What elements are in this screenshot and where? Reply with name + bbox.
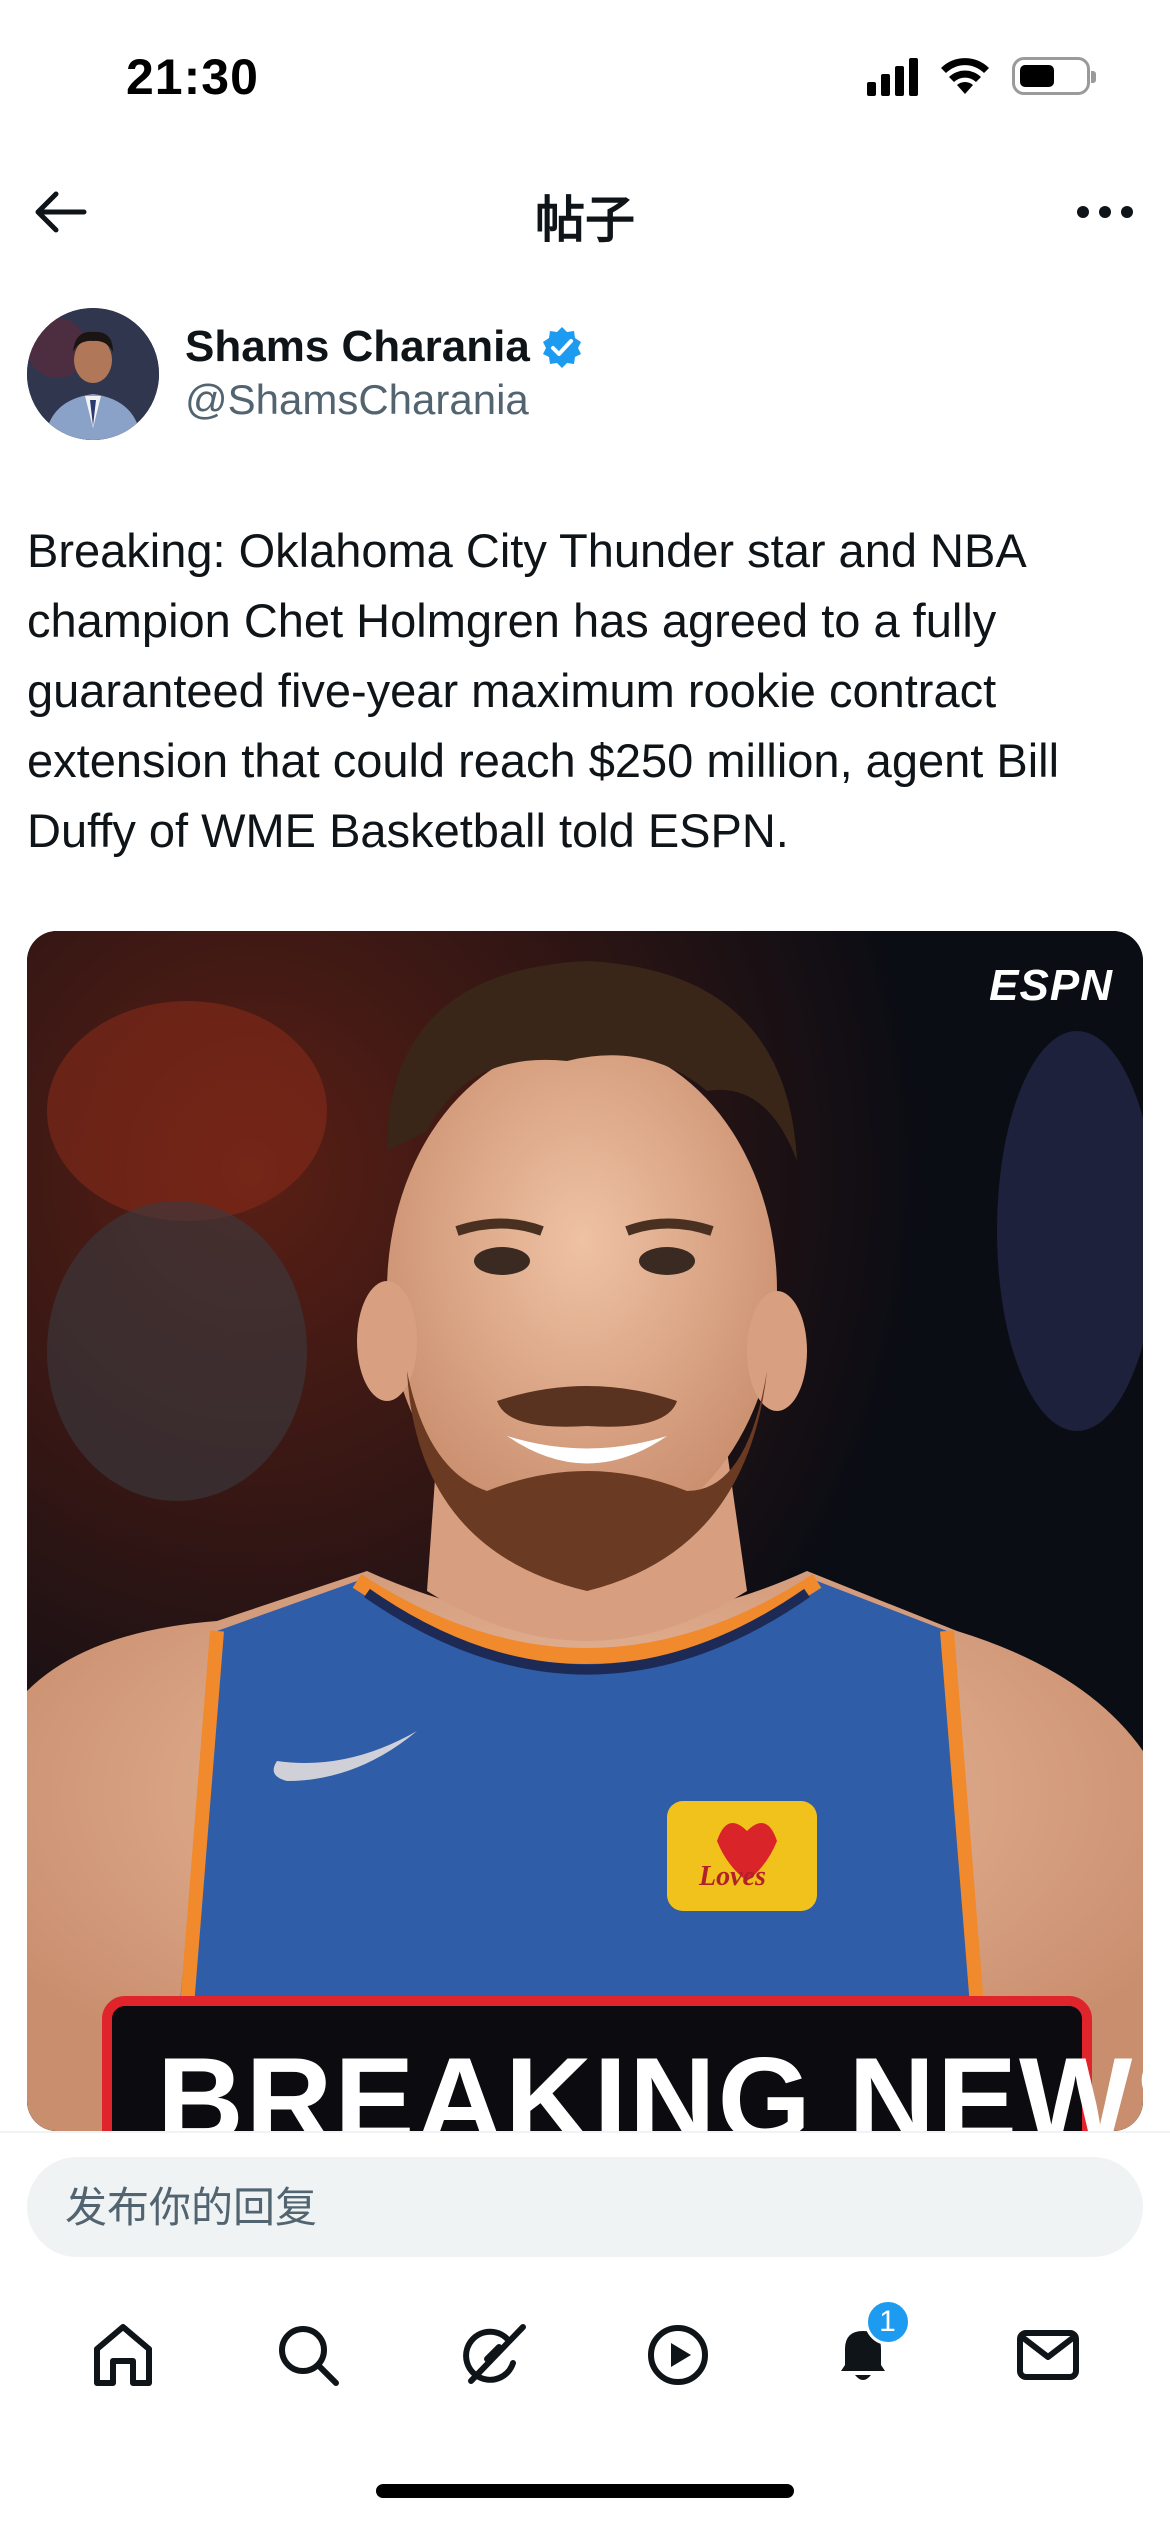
tab-messages[interactable] xyxy=(998,2305,1098,2405)
espn-logo: ESPN xyxy=(989,961,1113,1010)
tweet-author: Shams Charania @ShamsCharania xyxy=(27,308,1147,444)
video-icon xyxy=(647,2325,708,2385)
status-bar: 21:30 xyxy=(0,0,1170,150)
tab-notifications[interactable]: 1 xyxy=(813,2299,913,2405)
home-indicator xyxy=(376,2484,794,2498)
tab-grok[interactable] xyxy=(443,2305,543,2405)
more-icon xyxy=(1077,206,1133,218)
breaking-news-banner: BREAKING NEWS xyxy=(157,2033,1143,2131)
signal-icon xyxy=(867,56,918,96)
tab-search[interactable] xyxy=(258,2305,358,2405)
avatar[interactable] xyxy=(27,308,159,440)
notification-badge: 1 xyxy=(864,2299,911,2345)
nav-header: 帖子 xyxy=(0,150,1170,270)
author-name[interactable]: Shams Charania xyxy=(185,322,530,372)
status-icons xyxy=(867,56,1096,96)
reply-input[interactable] xyxy=(27,2157,1143,2257)
tab-bar: 1 xyxy=(0,2290,1170,2420)
verified-badge-icon xyxy=(542,327,581,368)
battery-icon xyxy=(1012,57,1096,95)
author-handle[interactable]: @ShamsCharania xyxy=(185,376,529,424)
author-name-row: Shams Charania xyxy=(185,322,584,372)
more-button[interactable] xyxy=(1070,180,1140,244)
search-icon xyxy=(278,2326,339,2386)
jersey-logo: Loves xyxy=(699,1861,766,1892)
tab-home[interactable] xyxy=(73,2305,173,2405)
page-title: 帖子 xyxy=(535,191,635,249)
wifi-icon xyxy=(941,58,989,94)
reply-area xyxy=(0,2131,1170,2259)
status-time: 21:30 xyxy=(126,49,259,105)
grok-icon xyxy=(462,2324,526,2384)
messages-icon xyxy=(1016,2330,1079,2380)
player-photo xyxy=(27,931,1143,2131)
tweet-text: Breaking: Oklahoma City Thunder star and… xyxy=(27,524,1060,857)
tab-video[interactable] xyxy=(628,2305,728,2405)
home-icon xyxy=(93,2324,152,2386)
battery-fill xyxy=(1020,65,1054,87)
tweet-media[interactable]: ESPN BREAKING NEWS Loves xyxy=(27,931,1143,2131)
